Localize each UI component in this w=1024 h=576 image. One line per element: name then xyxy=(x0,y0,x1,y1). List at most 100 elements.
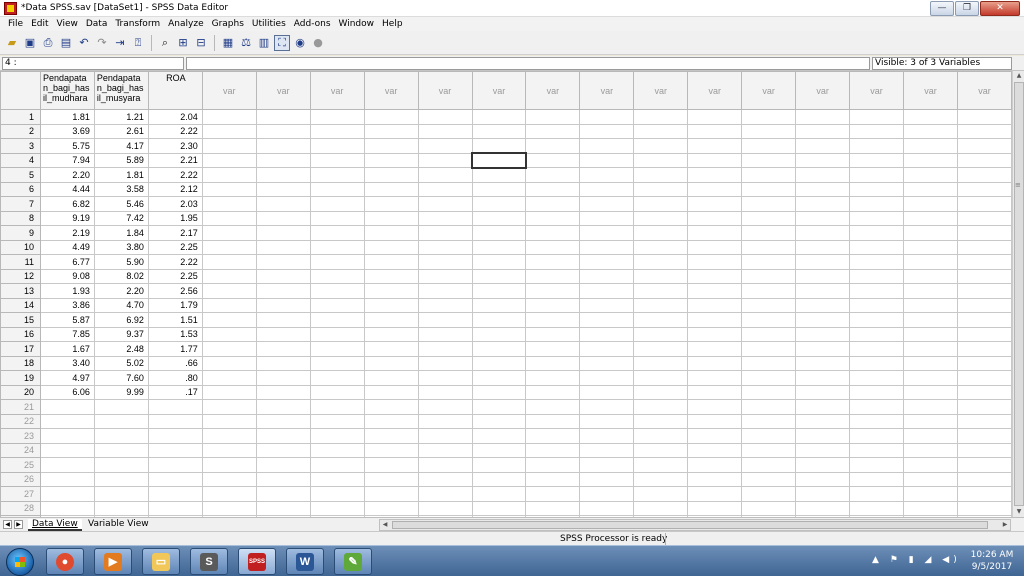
empty-cell[interactable] xyxy=(363,370,419,386)
empty-cell[interactable] xyxy=(579,399,635,415)
data-cell[interactable]: 5.02 xyxy=(93,355,149,371)
empty-cell[interactable] xyxy=(903,297,958,313)
empty-cell[interactable] xyxy=(309,399,365,415)
empty-cell[interactable] xyxy=(93,457,149,473)
menu-window[interactable]: Window xyxy=(335,19,379,29)
empty-cell[interactable] xyxy=(309,123,365,139)
empty-cell[interactable] xyxy=(471,297,527,313)
empty-cell[interactable] xyxy=(147,486,203,502)
empty-cell[interactable] xyxy=(849,210,904,226)
data-cell[interactable]: 6.92 xyxy=(93,312,149,328)
empty-cell[interactable] xyxy=(741,283,797,299)
empty-cell[interactable] xyxy=(956,341,1012,357)
empty-cell[interactable] xyxy=(687,167,743,183)
row-number[interactable]: 8 xyxy=(0,210,41,226)
empty-cell[interactable] xyxy=(417,341,473,357)
empty-cell[interactable] xyxy=(687,152,743,168)
empty-cell[interactable] xyxy=(363,283,419,299)
grid-corner[interactable] xyxy=(0,71,41,110)
empty-cell[interactable] xyxy=(471,326,527,342)
empty-cell[interactable] xyxy=(687,268,743,284)
empty-cell[interactable] xyxy=(363,471,419,487)
empty-cell[interactable] xyxy=(633,486,689,502)
empty-cell[interactable] xyxy=(255,471,311,487)
sublime-icon[interactable]: S xyxy=(190,548,228,575)
column-header[interactable]: Pendapata n_bagi_has il_musyara xyxy=(93,71,149,110)
insert-variable-icon[interactable]: ⊟ xyxy=(193,35,209,51)
empty-cell[interactable] xyxy=(687,123,743,139)
menu-analyze[interactable]: Analyze xyxy=(164,19,207,29)
empty-cell[interactable] xyxy=(579,138,635,154)
empty-cell[interactable] xyxy=(417,471,473,487)
menu-help[interactable]: Help xyxy=(378,19,407,29)
horizontal-scrollbar[interactable]: ◀ ▶ xyxy=(379,519,1011,531)
empty-cell[interactable] xyxy=(687,326,743,342)
data-cell[interactable]: 2.56 xyxy=(147,283,203,299)
empty-cell[interactable] xyxy=(903,399,958,415)
empty-cell[interactable] xyxy=(255,225,311,241)
weight-cases-icon[interactable]: ⚖ xyxy=(238,35,254,51)
empty-cell[interactable] xyxy=(956,326,1012,342)
empty-cell[interactable] xyxy=(525,196,581,212)
empty-cell[interactable] xyxy=(201,341,257,357)
empty-cell[interactable] xyxy=(741,268,797,284)
data-cell[interactable]: 3.58 xyxy=(93,181,149,197)
empty-cell[interactable] xyxy=(147,399,203,415)
empty-cell[interactable] xyxy=(255,428,311,444)
empty-cell[interactable] xyxy=(741,181,797,197)
empty-cell[interactable] xyxy=(255,283,311,299)
empty-cell[interactable] xyxy=(255,138,311,154)
data-cell[interactable]: 7.85 xyxy=(39,326,95,342)
empty-cell[interactable] xyxy=(363,457,419,473)
empty-cell[interactable] xyxy=(795,442,851,458)
empty-cell[interactable] xyxy=(795,471,851,487)
empty-cell[interactable] xyxy=(741,370,797,386)
empty-cell[interactable] xyxy=(471,239,527,255)
row-number[interactable]: 7 xyxy=(0,196,41,212)
empty-cell[interactable] xyxy=(633,341,689,357)
empty-cell[interactable] xyxy=(363,442,419,458)
empty-cell[interactable] xyxy=(633,471,689,487)
empty-cell[interactable] xyxy=(309,297,365,313)
menu-add-ons[interactable]: Add-ons xyxy=(290,19,335,29)
empty-cell[interactable] xyxy=(201,123,257,139)
empty-cell[interactable] xyxy=(795,312,851,328)
empty-cell[interactable] xyxy=(255,181,311,197)
empty-cell[interactable] xyxy=(471,413,527,429)
empty-variable-header[interactable]: var xyxy=(956,71,1012,110)
data-cell[interactable]: 7.94 xyxy=(39,152,95,168)
empty-cell[interactable] xyxy=(741,152,797,168)
empty-cell[interactable] xyxy=(417,399,473,415)
empty-cell[interactable] xyxy=(579,370,635,386)
empty-cell[interactable] xyxy=(849,370,904,386)
row-number[interactable]: 13 xyxy=(0,283,41,299)
empty-cell[interactable] xyxy=(471,283,527,299)
empty-cell[interactable] xyxy=(741,341,797,357)
row-number[interactable]: 10 xyxy=(0,239,41,255)
empty-cell[interactable] xyxy=(255,312,311,328)
empty-variable-header[interactable]: var xyxy=(255,71,311,110)
empty-cell[interactable] xyxy=(795,225,851,241)
empty-cell[interactable] xyxy=(579,326,635,342)
empty-cell[interactable] xyxy=(956,268,1012,284)
empty-cell[interactable] xyxy=(579,442,635,458)
data-cell[interactable]: 3.80 xyxy=(93,239,149,255)
empty-cell[interactable] xyxy=(687,413,743,429)
empty-cell[interactable] xyxy=(363,297,419,313)
empty-cell[interactable] xyxy=(579,210,635,226)
file-explorer-icon[interactable]: ▭ xyxy=(142,548,180,575)
empty-cell[interactable] xyxy=(687,457,743,473)
empty-cell[interactable] xyxy=(849,341,904,357)
empty-cell[interactable] xyxy=(903,239,958,255)
empty-cell[interactable] xyxy=(579,254,635,270)
empty-cell[interactable] xyxy=(363,138,419,154)
empty-cell[interactable] xyxy=(849,355,904,371)
vertical-scroll-thumb[interactable] xyxy=(1014,82,1024,506)
empty-cell[interactable] xyxy=(201,254,257,270)
row-number[interactable]: 4 xyxy=(0,152,41,168)
empty-cell[interactable] xyxy=(471,196,527,212)
empty-cell[interactable] xyxy=(903,413,958,429)
empty-cell[interactable] xyxy=(579,196,635,212)
empty-cell[interactable] xyxy=(255,254,311,270)
empty-cell[interactable] xyxy=(309,428,365,444)
